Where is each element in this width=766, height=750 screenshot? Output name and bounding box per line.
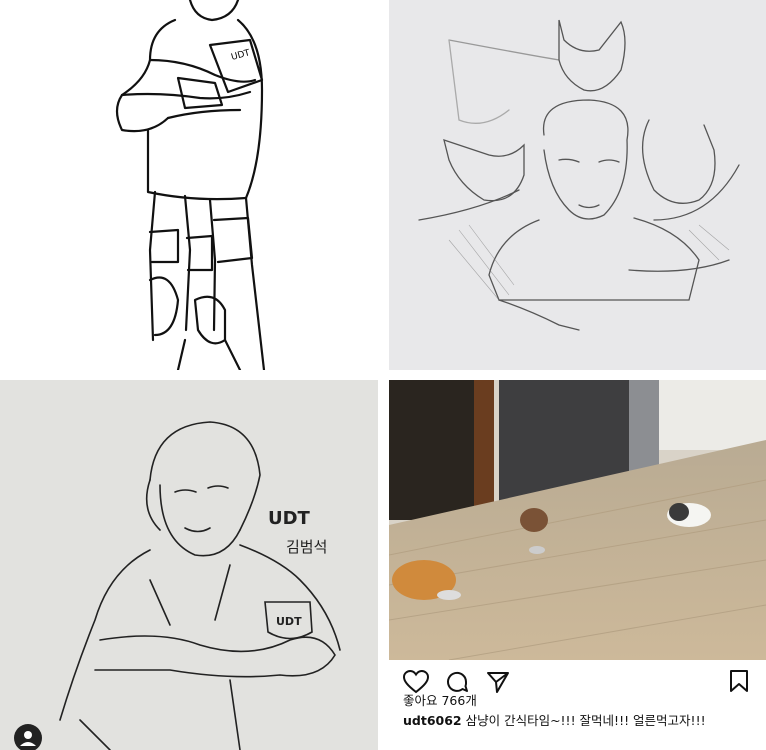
- drawing-man-with-cats: [389, 0, 766, 370]
- patch-label-top: UDT: [230, 48, 251, 63]
- soldier-lineart-illustration: UDT: [115, 0, 266, 370]
- drawing-name-text: 김범석: [286, 538, 328, 556]
- caption-text: 삼냥이 간식타임~!!! 잘먹네!!! 얼른먹고자!!!: [461, 713, 706, 728]
- share-icon[interactable]: [486, 670, 510, 694]
- drawing-soldier-lineart: UDT: [0, 0, 378, 370]
- instagram-post: 좋아요 766개 udt6062 삼냥이 간식타임~!!! 잘먹네!!! 얼른먹…: [389, 380, 766, 750]
- like-count[interactable]: 좋아요 766개: [403, 690, 477, 709]
- post-photo-cats-eating: [389, 380, 766, 660]
- drawing-unit-text: UDT: [268, 508, 310, 529]
- bookmark-icon[interactable]: [729, 669, 749, 693]
- patch-label-bottom: UDT: [276, 615, 302, 628]
- drawing-udt-soldier: UDT UDT 김범석: [0, 380, 378, 750]
- post-caption: udt6062 삼냥이 간식타임~!!! 잘먹네!!! 얼른먹고자!!!: [403, 710, 706, 729]
- pencil-sketch-illustration: [389, 0, 766, 370]
- marker-sketch-illustration: UDT: [0, 380, 378, 750]
- profile-icon[interactable]: [14, 724, 42, 750]
- instagram-action-bar: 좋아요 766개 udt6062 삼냥이 간식타임~!!! 잘먹네!!! 얼른먹…: [389, 660, 766, 750]
- caption-username[interactable]: udt6062: [403, 713, 462, 728]
